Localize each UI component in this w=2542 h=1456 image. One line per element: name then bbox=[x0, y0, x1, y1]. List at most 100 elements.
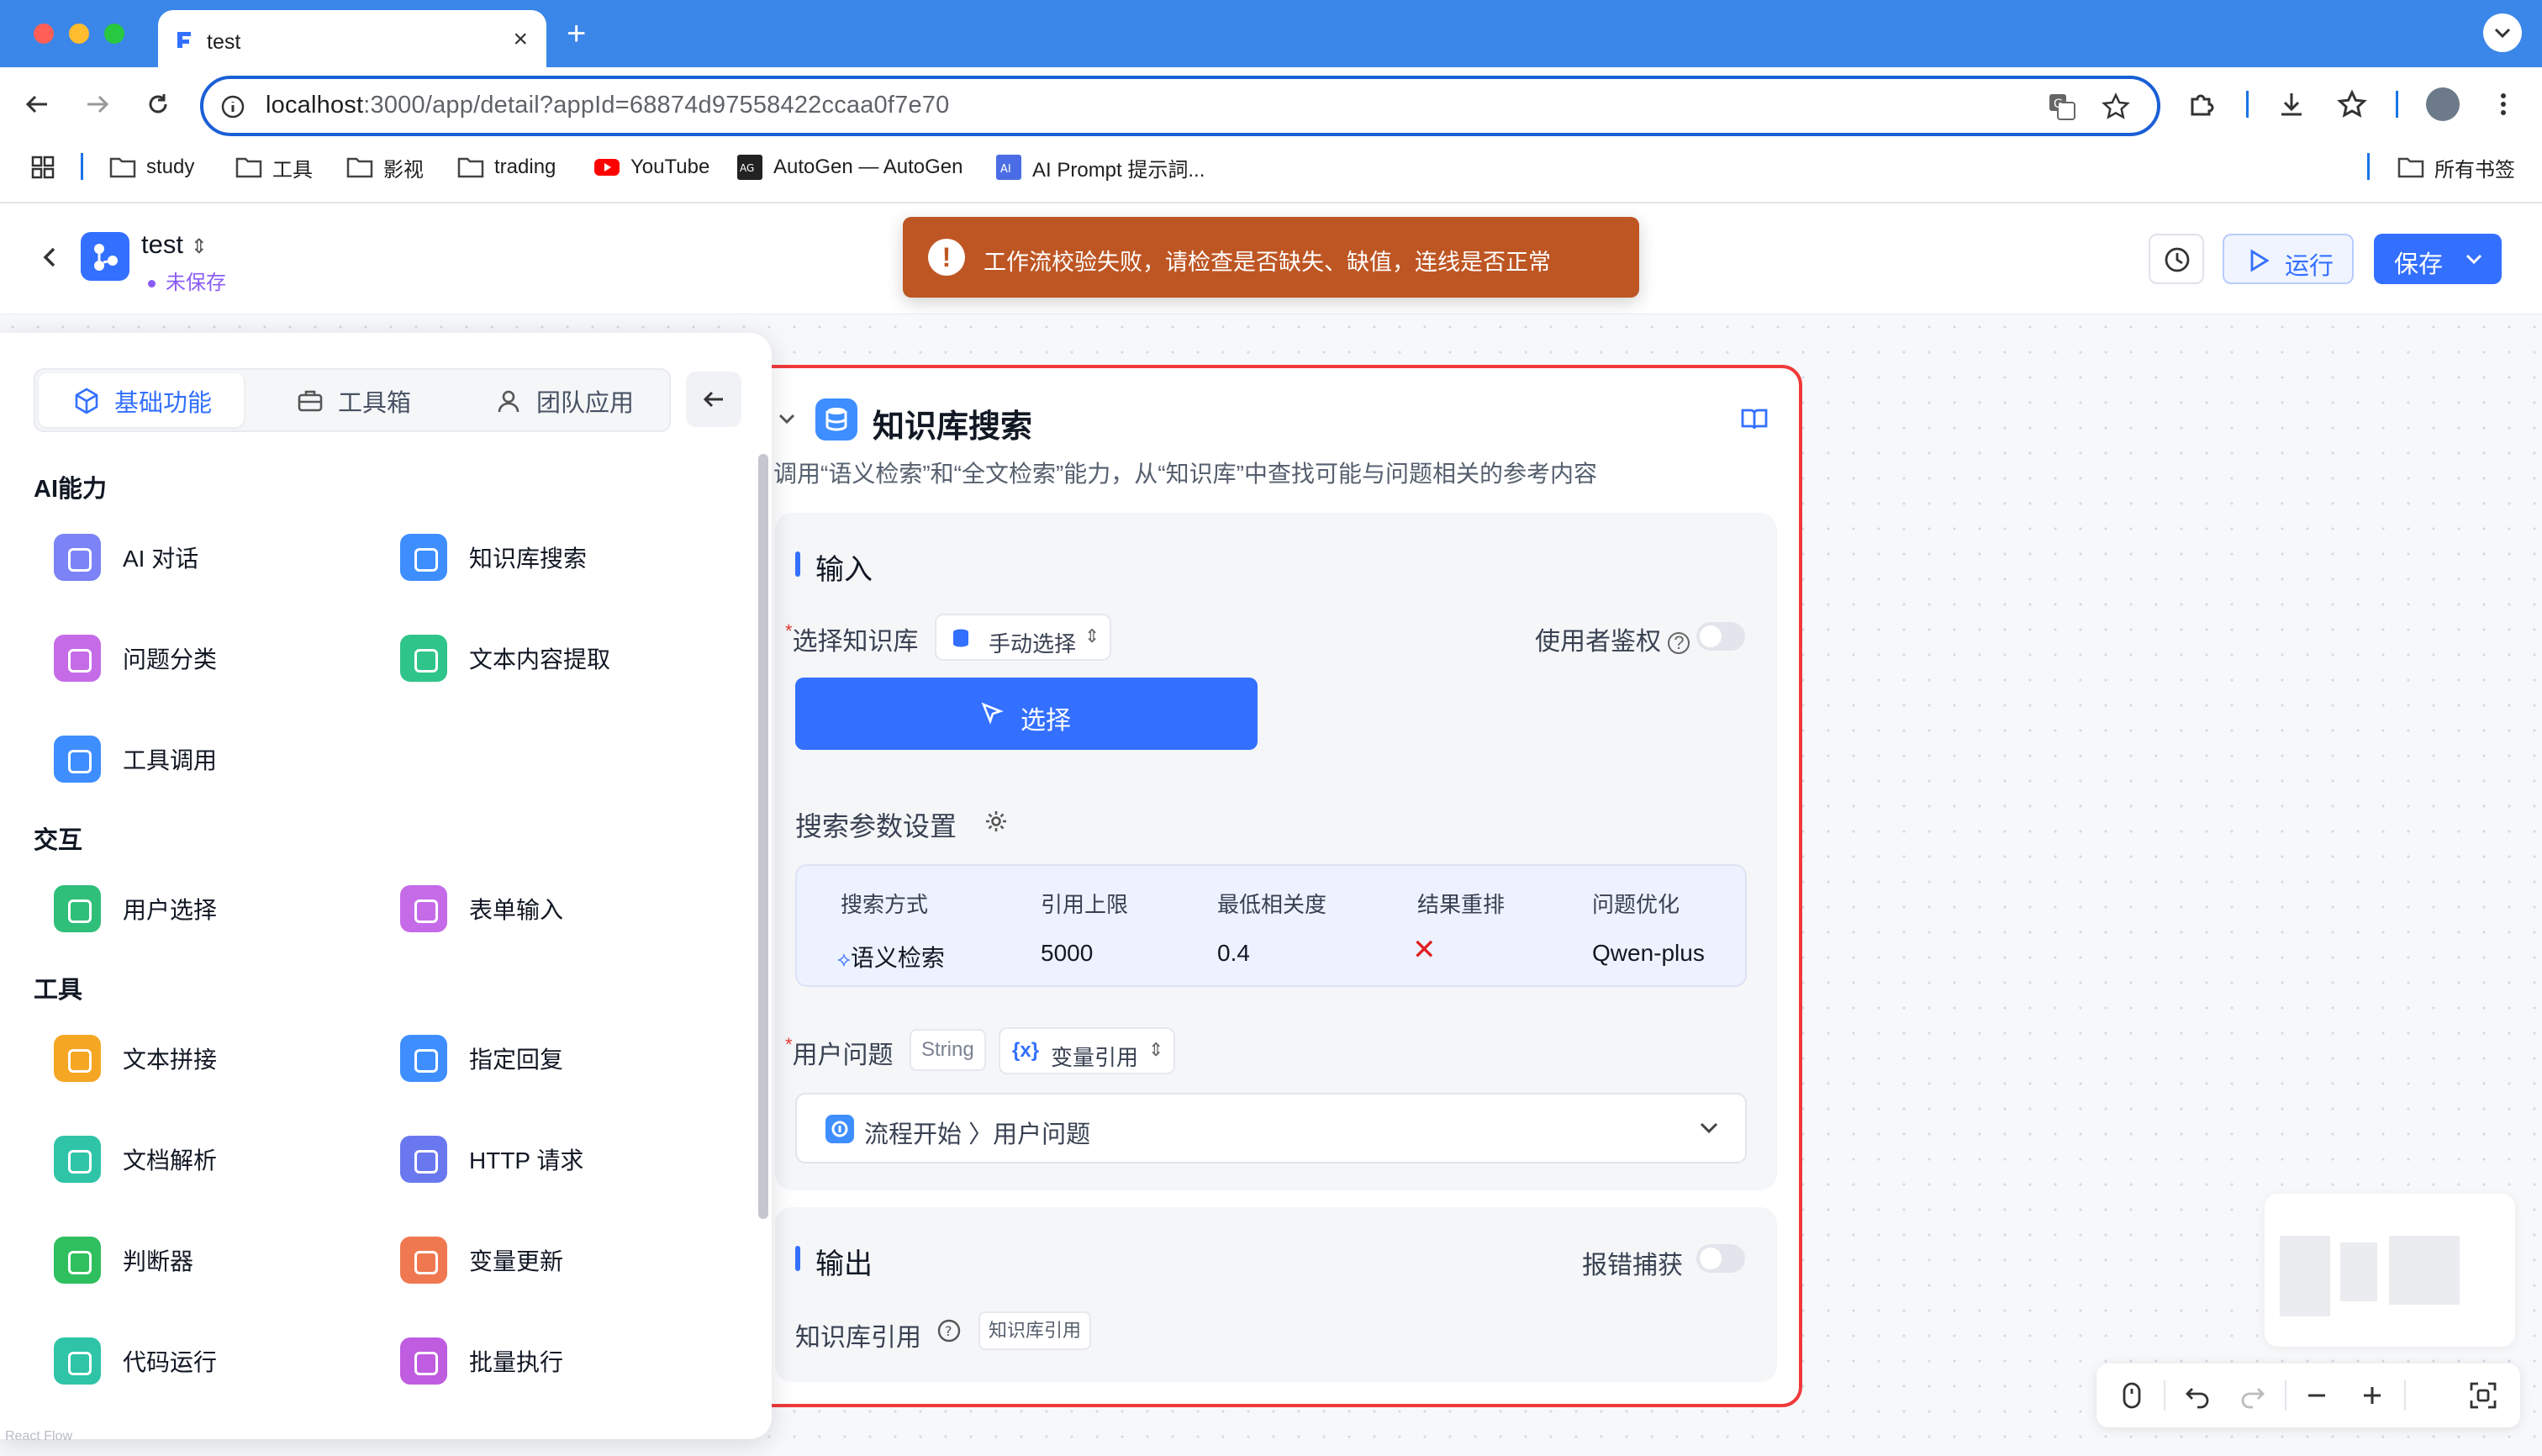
kb-mode-select[interactable]: 手动选择 ⇕ bbox=[935, 614, 1111, 661]
new-tab-button[interactable]: + bbox=[567, 15, 586, 53]
bookmark-ai-prompt[interactable]: AI AI Prompt 提示詞... bbox=[995, 155, 1205, 182]
variable-reference-select[interactable]: 流程开始 〉用户问题 bbox=[795, 1093, 1747, 1163]
node-item-http[interactable]: HTTP 请求 bbox=[400, 1135, 583, 1184]
collapse-panel-button[interactable] bbox=[686, 372, 741, 427]
back-arrow-icon[interactable] bbox=[22, 89, 52, 119]
address-bar[interactable]: localhost:3000/app/detail?appId=68874d97… bbox=[200, 76, 2160, 136]
apps-grid-icon[interactable] bbox=[30, 155, 55, 180]
save-button[interactable]: 保存 bbox=[2374, 234, 2502, 284]
undo-icon[interactable] bbox=[2182, 1380, 2212, 1411]
variable-icon: {x} bbox=[1012, 1039, 1040, 1062]
bookmark-star-icon[interactable] bbox=[2102, 92, 2130, 121]
auth-toggle[interactable] bbox=[1696, 622, 1745, 651]
fit-view-icon[interactable] bbox=[2468, 1380, 2498, 1411]
translate-icon[interactable]: G bbox=[2046, 91, 2078, 123]
svg-text:G: G bbox=[2054, 98, 2063, 111]
database-icon bbox=[953, 629, 968, 647]
select-kb-button[interactable]: 选择 bbox=[795, 678, 1258, 750]
folder-icon bbox=[457, 157, 484, 178]
back-chevron-icon[interactable] bbox=[37, 244, 64, 271]
http-cloud-icon bbox=[400, 1136, 447, 1183]
auth-label: 使用者鉴权 ? bbox=[1535, 620, 1690, 657]
tab-team-apps[interactable]: 团队应用 bbox=[494, 382, 634, 420]
close-window-button[interactable] bbox=[34, 24, 54, 44]
panel-scrollbar[interactable] bbox=[758, 454, 768, 1219]
close-tab-icon[interactable]: × bbox=[513, 25, 528, 54]
minimize-window-button[interactable] bbox=[69, 24, 89, 44]
minimap[interactable] bbox=[2265, 1194, 2515, 1347]
chat-bubble-icon bbox=[400, 1035, 447, 1082]
run-button[interactable]: 运行 bbox=[2223, 234, 2354, 284]
bookmark-folder-trading[interactable]: trading bbox=[457, 155, 556, 180]
tab-basic[interactable]: 基础功能 bbox=[72, 382, 212, 420]
download-icon[interactable] bbox=[2276, 89, 2307, 119]
redo-icon[interactable] bbox=[2238, 1380, 2268, 1411]
zoom-out-icon[interactable] bbox=[2302, 1380, 2332, 1411]
chevron-down-icon bbox=[1700, 1122, 1718, 1134]
zoom-in-icon[interactable] bbox=[2357, 1380, 2387, 1411]
save-status: 未保存 bbox=[148, 266, 226, 295]
node-item-reply[interactable]: 指定回复 bbox=[400, 1034, 563, 1083]
tab-search-button[interactable] bbox=[2483, 13, 2522, 52]
chevron-down-icon bbox=[2466, 254, 2482, 265]
extensions-icon[interactable] bbox=[2186, 89, 2216, 119]
node-item-form-input[interactable]: 表单输入 bbox=[400, 884, 563, 933]
help-icon[interactable]: ? bbox=[1668, 632, 1690, 655]
node-item-kb-search[interactable]: 知识库搜索 bbox=[400, 533, 587, 582]
node-item-tool-call[interactable]: 工具调用 bbox=[54, 735, 217, 783]
semantic-search-icon: ⟡ bbox=[837, 948, 851, 971]
param-value-optimize: Qwen-plus bbox=[1592, 940, 1705, 966]
node-item-user-select[interactable]: 用户选择 bbox=[54, 884, 217, 933]
history-button[interactable] bbox=[2149, 234, 2204, 284]
more-menu-icon[interactable] bbox=[2495, 89, 2512, 119]
gear-icon[interactable] bbox=[984, 809, 1009, 834]
zoom-window-button[interactable] bbox=[104, 24, 124, 44]
user-icon bbox=[498, 390, 519, 413]
autogen-logo-icon: AG bbox=[737, 155, 762, 180]
reload-icon[interactable] bbox=[143, 89, 173, 119]
collapse-chevron-icon[interactable] bbox=[775, 407, 799, 430]
url-text: localhost:3000/app/detail?appId=68874d97… bbox=[266, 92, 950, 119]
bookmarks-star-icon[interactable] bbox=[2337, 89, 2367, 119]
divider bbox=[2285, 1380, 2286, 1411]
bookmark-folder-movies[interactable]: 影视 bbox=[346, 155, 424, 182]
required-mark: * bbox=[785, 1034, 793, 1055]
book-icon[interactable] bbox=[1740, 407, 1769, 432]
chevron-right-icon: 〉 bbox=[968, 1121, 994, 1148]
bookmark-autogen[interactable]: AG AutoGen — AutoGen bbox=[736, 155, 962, 180]
browser-tab[interactable]: test × bbox=[158, 10, 546, 67]
node-item-ai-chat[interactable]: AI 对话 bbox=[54, 533, 198, 582]
node-description: 调用“语义检索”和“全文检索”能力，从“知识库”中查找可能与问题相关的参考内容 bbox=[773, 461, 1597, 487]
svg-text:AI: AI bbox=[1000, 163, 1011, 176]
svg-text:?: ? bbox=[945, 1323, 952, 1339]
divider bbox=[2164, 1380, 2165, 1411]
bookmark-folder-study[interactable]: study bbox=[109, 155, 194, 180]
bookmark-youtube[interactable]: YouTube bbox=[593, 155, 709, 180]
node-item-var-update[interactable]: 变量更新 bbox=[400, 1236, 563, 1285]
node-item-condition[interactable]: 判断器 bbox=[54, 1236, 193, 1285]
site-info-icon[interactable] bbox=[220, 94, 245, 119]
toolbar-divider bbox=[2246, 91, 2249, 118]
node-item-extract[interactable]: 文本内容提取 bbox=[400, 634, 610, 683]
node-item-text-concat[interactable]: 文本拼接 bbox=[54, 1034, 217, 1083]
briefcase-icon bbox=[54, 736, 101, 783]
database-icon bbox=[400, 534, 447, 581]
toolbox-icon bbox=[298, 390, 323, 412]
bookmark-folder-tools[interactable]: 工具 bbox=[235, 155, 313, 182]
minimap-node bbox=[2340, 1242, 2377, 1301]
app-name[interactable]: test ⇕ bbox=[141, 229, 208, 260]
node-item-doc-parse[interactable]: 文档解析 bbox=[54, 1135, 217, 1184]
error-catch-toggle[interactable] bbox=[1696, 1244, 1745, 1273]
question-mode-select[interactable]: {x} 变量引用 ⇕ bbox=[999, 1027, 1175, 1074]
tab-toolbox[interactable]: 工具箱 bbox=[296, 382, 411, 420]
node-item-classify[interactable]: 问题分类 bbox=[54, 634, 217, 683]
node-item-code[interactable]: 代码运行 bbox=[54, 1337, 217, 1385]
node-item-batch[interactable]: 批量执行 bbox=[400, 1337, 563, 1385]
help-icon[interactable]: ? bbox=[936, 1318, 962, 1343]
profile-avatar[interactable] bbox=[2426, 87, 2460, 121]
forward-arrow-icon[interactable] bbox=[82, 89, 113, 119]
mouse-icon[interactable] bbox=[2117, 1380, 2147, 1411]
kb-ref-tag: 知识库引用 bbox=[978, 1311, 1092, 1350]
all-bookmarks[interactable]: 所有书签 bbox=[2397, 155, 2515, 182]
kb-select-label: *选择知识库 bbox=[785, 620, 919, 656]
